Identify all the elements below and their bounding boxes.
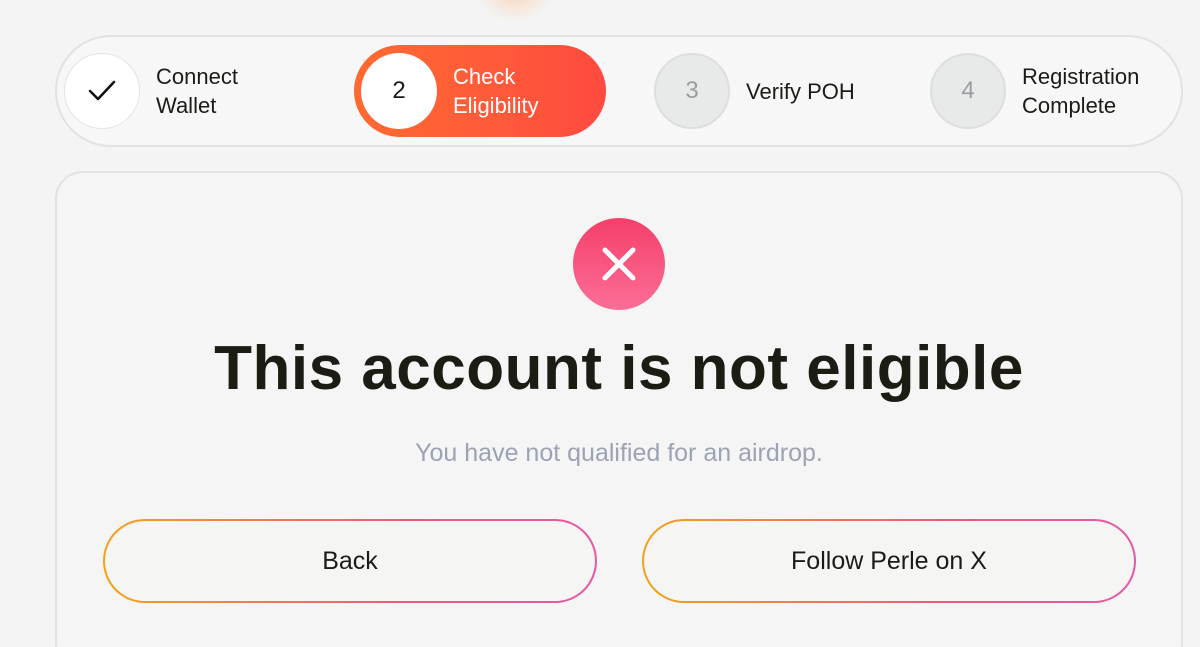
step-label: Verify POH: [746, 77, 855, 106]
step-label: Registration Complete: [1022, 62, 1139, 120]
eligibility-page: Connect Wallet 2 Check Eligibility 3 Ver…: [0, 0, 1200, 647]
step-complete-circle: [64, 53, 140, 129]
step-label-line2: Wallet: [156, 93, 217, 118]
step-label-line1: Verify POH: [746, 78, 855, 104]
step-connect-wallet: Connect Wallet: [64, 45, 238, 137]
back-button[interactable]: Back: [103, 519, 597, 603]
step-label: Check Eligibility: [453, 62, 539, 120]
result-title: This account is not eligible: [214, 334, 1024, 403]
step-number: 4: [930, 53, 1006, 129]
step-number: 3: [654, 53, 730, 129]
step-label-line2: Eligibility: [453, 93, 539, 118]
step-label-line1: Connect: [156, 64, 238, 89]
decorative-glow: [470, 0, 560, 20]
step-verify-poh: 3 Verify POH: [654, 45, 855, 137]
step-check-eligibility: 2 Check Eligibility: [354, 45, 606, 137]
check-icon: [88, 80, 116, 101]
step-label-line1: Registration: [1022, 64, 1140, 89]
result-card: This account is not eligible You have no…: [55, 171, 1183, 647]
close-x-glyph: [602, 247, 636, 281]
follow-perle-on-x-button[interactable]: Follow Perle on X: [642, 519, 1136, 603]
step-number: 2: [361, 53, 437, 129]
progress-stepper: Connect Wallet 2 Check Eligibility 3 Ver…: [55, 35, 1183, 147]
error-x-icon: [573, 218, 665, 310]
step-label-line1: Check: [453, 64, 516, 89]
result-subtitle: You have not qualified for an airdrop.: [415, 439, 823, 467]
step-label-line2: Complete: [1022, 93, 1117, 118]
step-label: Connect Wallet: [156, 62, 238, 120]
step-registration-complete: 4 Registration Complete: [930, 45, 1139, 137]
